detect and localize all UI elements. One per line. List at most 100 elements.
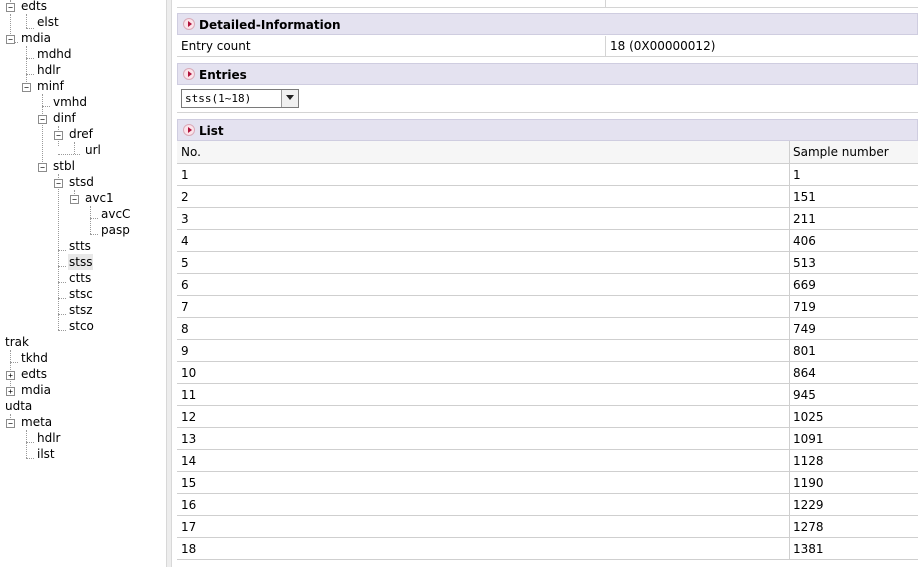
tree-node-vmhd[interactable]: vmhd <box>52 94 88 110</box>
tree-node-mdia[interactable]: mdia <box>20 382 52 398</box>
table-row[interactable]: 11 <box>177 164 918 186</box>
detailed-information-header[interactable]: Detailed-Information <box>177 13 918 35</box>
detail-panel: Detailed-Information Entry count 18 (0X0… <box>177 0 918 567</box>
tree-node-edts[interactable]: edts <box>20 366 48 382</box>
tree-node-ilst[interactable]: ilst <box>36 446 56 462</box>
cell-no: 13 <box>181 432 197 446</box>
cell-sample-number: 1190 <box>793 476 824 490</box>
table-row[interactable]: 7 719 <box>177 296 918 318</box>
table-row[interactable]: 2 151 <box>177 186 918 208</box>
tree-node-pasp[interactable]: pasp <box>100 222 131 238</box>
collapse-icon[interactable]: − <box>6 419 15 428</box>
column-divider <box>789 538 790 559</box>
column-divider[interactable] <box>789 141 790 163</box>
tree-node-meta[interactable]: meta <box>20 414 53 430</box>
collapse-icon[interactable]: − <box>6 3 15 12</box>
collapse-icon[interactable]: − <box>54 179 63 188</box>
cell-sample-number: 151 <box>793 190 816 204</box>
table-row[interactable]: 17 1278 <box>177 516 918 538</box>
entries-dropdown[interactable]: stss(1~18) <box>181 89 299 108</box>
tree-node-mdhd[interactable]: mdhd <box>36 46 73 62</box>
tree-node-stss[interactable]: stss <box>68 254 94 270</box>
column-header-sample-number[interactable]: Sample number <box>793 141 889 164</box>
list-header[interactable]: List <box>177 119 918 141</box>
collapse-icon[interactable]: − <box>22 83 31 92</box>
column-header-no[interactable]: No. <box>181 141 201 164</box>
tree-connector-line <box>58 154 80 155</box>
cell-no: 1 <box>181 168 189 182</box>
table-row[interactable]: 4 406 <box>177 230 918 252</box>
table-row[interactable]: 9 801 <box>177 340 918 362</box>
tree-node-mdia[interactable]: mdia <box>20 30 52 46</box>
chevron-down-icon[interactable] <box>281 90 298 107</box>
cell-sample-number: 1229 <box>793 498 824 512</box>
table-row[interactable]: 3 211 <box>177 208 918 230</box>
table-row[interactable]: 18 1381 <box>177 538 918 560</box>
tree-node-url[interactable]: url <box>84 142 102 158</box>
collapse-icon[interactable]: − <box>38 163 47 172</box>
panel-splitter[interactable] <box>166 0 172 567</box>
tree-node-elst[interactable]: elst <box>36 14 60 30</box>
column-divider <box>789 164 790 185</box>
tree-node-ctts[interactable]: ctts <box>68 270 92 286</box>
tree-node-stco[interactable]: stco <box>68 318 95 334</box>
box-tree-panel: − edts elst − mdia mdhd hdlr − minf vmhd − dinf − dre… <box>0 0 166 567</box>
tree-node-stts[interactable]: stts <box>68 238 92 254</box>
table-row[interactable]: 10 864 <box>177 362 918 384</box>
expand-icon[interactable]: + <box>6 371 15 380</box>
table-row[interactable]: 13 1091 <box>177 428 918 450</box>
cell-no: 9 <box>181 344 189 358</box>
tree-node-minf[interactable]: minf <box>36 78 65 94</box>
column-divider <box>605 36 606 56</box>
table-row[interactable]: 15 1190 <box>177 472 918 494</box>
tree-node-stsz[interactable]: stsz <box>68 302 94 318</box>
tree-node-hdlr[interactable]: hdlr <box>36 62 62 78</box>
column-divider <box>789 494 790 515</box>
collapse-icon[interactable]: − <box>38 115 47 124</box>
column-divider <box>789 450 790 471</box>
tree-node-avc1[interactable]: avc1 <box>84 190 115 206</box>
cell-no: 15 <box>181 476 197 490</box>
tree-node-edts[interactable]: edts <box>20 0 48 14</box>
tree-connector-line <box>26 28 34 29</box>
cell-no: 8 <box>181 322 189 336</box>
table-row[interactable]: 14 1128 <box>177 450 918 472</box>
column-divider <box>789 406 790 427</box>
collapse-icon[interactable]: − <box>6 35 15 44</box>
tree-node-stsd[interactable]: stsd <box>68 174 95 190</box>
tree-connector-line <box>42 94 43 166</box>
table-row[interactable]: 6 669 <box>177 274 918 296</box>
tree-connector-line <box>26 458 34 459</box>
table-row[interactable]: 16 1229 <box>177 494 918 516</box>
table-row[interactable]: 11 945 <box>177 384 918 406</box>
cell-sample-number: 719 <box>793 300 816 314</box>
tree-connector-line <box>58 174 59 330</box>
entry-count-label: Entry count <box>181 39 251 53</box>
tree-node-tkhd[interactable]: tkhd <box>20 350 49 366</box>
tree-node-trak[interactable]: trak <box>4 334 30 350</box>
tree-node-stsc[interactable]: stsc <box>68 286 94 302</box>
tree-node-dinf[interactable]: dinf <box>52 110 77 126</box>
cell-sample-number: 1128 <box>793 454 824 468</box>
cell-sample-number: 864 <box>793 366 816 380</box>
table-row[interactable]: 5 513 <box>177 252 918 274</box>
tree-node-avcC[interactable]: avcC <box>100 206 131 222</box>
section-arrow-icon <box>183 18 195 30</box>
cell-sample-number: 801 <box>793 344 816 358</box>
entries-header[interactable]: Entries <box>177 63 918 85</box>
tree-node-dref[interactable]: dref <box>68 126 94 142</box>
expand-icon[interactable]: + <box>6 387 15 396</box>
table-row[interactable]: 12 1025 <box>177 406 918 428</box>
column-divider <box>789 296 790 317</box>
tree-connector-line <box>58 298 66 299</box>
table-row[interactable]: 8 749 <box>177 318 918 340</box>
tree-connector-line <box>26 14 27 28</box>
list-table-body: 1 1 2 151 3 211 4 406 5 513 6 669 7 719 8 749 9 801 10 864 1… <box>177 164 918 560</box>
cell-no: 2 <box>181 190 189 204</box>
section-arrow-icon <box>183 68 195 80</box>
tree-node-udta[interactable]: udta <box>4 398 33 414</box>
collapse-icon[interactable]: − <box>70 195 79 204</box>
tree-node-stbl[interactable]: stbl <box>52 158 76 174</box>
tree-node-hdlr[interactable]: hdlr <box>36 430 62 446</box>
collapse-icon[interactable]: − <box>54 131 63 140</box>
